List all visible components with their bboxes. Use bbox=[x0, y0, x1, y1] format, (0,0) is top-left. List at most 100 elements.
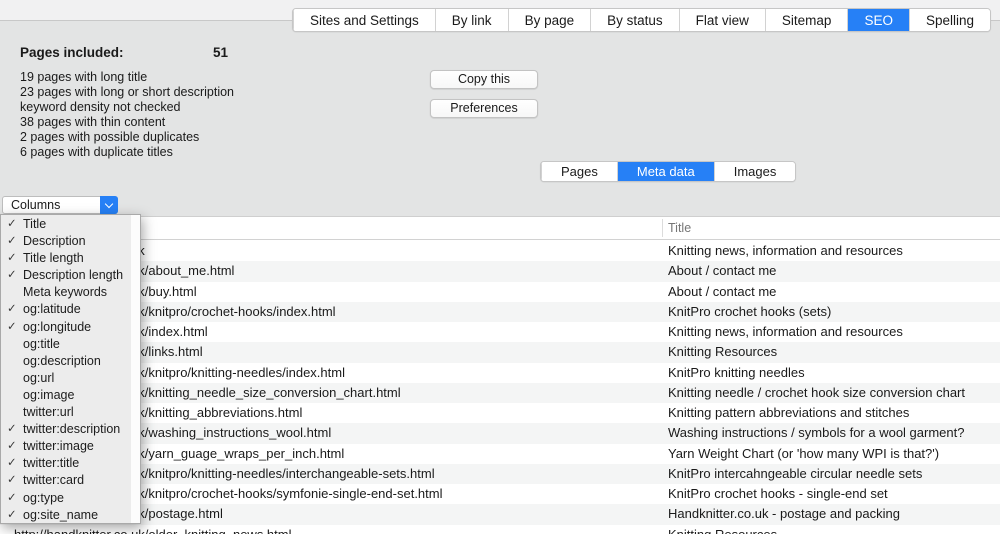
table-row[interactable]: http://handknitter.co.uk/links.html Knit… bbox=[0, 342, 1000, 362]
menu-item-label: twitter:url bbox=[23, 405, 74, 419]
checkmark-icon: ✓ bbox=[7, 233, 21, 250]
summary-line: 2 pages with possible duplicates bbox=[20, 130, 420, 145]
table-row[interactable]: http://handknitter.co.uk/knitting_abbrev… bbox=[0, 403, 1000, 423]
app-window: Sites and Settings By link By page By st… bbox=[0, 0, 1000, 534]
view-tab-item[interactable]: Pages bbox=[541, 162, 617, 181]
table-row[interactable]: http://handknitter.co.uk/knitpro/crochet… bbox=[0, 484, 1000, 504]
menu-item-label: Description length bbox=[23, 268, 123, 282]
title-cell[interactable]: Knitting Resources bbox=[662, 342, 1000, 362]
url-cell[interactable]: http://handknitter.co.uk/older_knitting_… bbox=[0, 525, 662, 534]
title-cell[interactable]: KnitPro intercahngeable circular needle … bbox=[662, 464, 1000, 484]
menu-item[interactable]: ✓ twitter:title bbox=[1, 455, 131, 472]
checkmark-icon: ✓ bbox=[7, 438, 21, 455]
menu-item[interactable]: ✓ og:longitude bbox=[1, 319, 131, 336]
menu-item[interactable]: ✓ Description length bbox=[1, 267, 131, 284]
copy-this-button[interactable]: Copy this bbox=[430, 70, 538, 89]
table-row[interactable]: http://handknitter.co.uk Knitting news, … bbox=[0, 241, 1000, 261]
menu-item-label: og:image bbox=[23, 388, 74, 402]
menu-item[interactable]: ✓ og:site_name bbox=[1, 507, 131, 524]
menu-item[interactable]: ✓ Title bbox=[1, 216, 131, 233]
menu-item[interactable]: ✓ twitter:image bbox=[1, 438, 131, 455]
columns-menu-items: ✓ Title ✓ Description ✓ Title length ✓ D… bbox=[1, 216, 131, 523]
checkmark-icon: ✓ bbox=[7, 216, 21, 233]
title-cell[interactable]: Knitting Resources bbox=[662, 525, 1000, 534]
summary-lines: 19 pages with long title 23 pages with l… bbox=[20, 70, 420, 160]
table-row[interactable]: http://handknitter.co.uk/knitpro/knittin… bbox=[0, 464, 1000, 484]
preferences-button[interactable]: Preferences bbox=[430, 99, 538, 118]
checkmark-icon: ✓ bbox=[7, 319, 21, 336]
checkmark-icon: ✓ bbox=[7, 455, 21, 472]
table-row[interactable]: http://handknitter.co.uk/buy.html About … bbox=[0, 282, 1000, 302]
menu-item-label: Title length bbox=[23, 251, 84, 265]
columns-menu: ✓ Title ✓ Description ✓ Title length ✓ D… bbox=[0, 214, 141, 524]
menu-item[interactable]: ✓ og:latitude bbox=[1, 301, 131, 318]
menu-item-label: Description bbox=[23, 234, 86, 248]
column-separator[interactable] bbox=[662, 219, 663, 237]
title-cell[interactable]: Knitting needle / crochet hook size conv… bbox=[662, 383, 1000, 403]
menu-item[interactable]: ✓ Title length bbox=[1, 250, 131, 267]
top-tab-item[interactable]: Sitemap bbox=[765, 9, 848, 31]
summary-line: 19 pages with long title bbox=[20, 70, 420, 85]
menu-item[interactable]: ✓ og:title bbox=[1, 336, 131, 353]
title-cell[interactable]: About / contact me bbox=[662, 282, 1000, 302]
top-tab-item[interactable]: SEO bbox=[847, 9, 909, 31]
title-cell[interactable]: About / contact me bbox=[662, 261, 1000, 281]
table-row[interactable]: http://handknitter.co.uk/about_me.html A… bbox=[0, 261, 1000, 281]
popup-button-cap bbox=[100, 196, 118, 214]
title-cell[interactable]: Knitting news, information and resources bbox=[662, 241, 1000, 261]
title-cell[interactable]: KnitPro crochet hooks - single-end set bbox=[662, 484, 1000, 504]
columns-dropdown-button[interactable]: Columns bbox=[2, 196, 118, 214]
meta-data-table: Title http://handknitter.co.uk Knitting … bbox=[0, 216, 1000, 534]
title-cell[interactable]: KnitPro crochet hooks (sets) bbox=[662, 302, 1000, 322]
table-row[interactable]: http://handknitter.co.uk/yarn_guage_wrap… bbox=[0, 444, 1000, 464]
table-row[interactable]: http://handknitter.co.uk/index.html Knit… bbox=[0, 322, 1000, 342]
view-tab-item[interactable]: Images bbox=[714, 162, 796, 181]
table-row[interactable]: http://handknitter.co.uk/knitting_needle… bbox=[0, 383, 1000, 403]
view-tab-item[interactable]: Meta data bbox=[617, 162, 714, 181]
view-tab-bar: Pages Meta data Images bbox=[540, 161, 796, 182]
pages-included-label: Pages included: bbox=[20, 45, 124, 60]
column-header-title[interactable]: Title bbox=[668, 217, 691, 240]
menu-item-label: twitter:card bbox=[23, 473, 84, 487]
checkmark-icon: ✓ bbox=[7, 507, 21, 524]
menu-item-label: twitter:title bbox=[23, 456, 79, 470]
table-row[interactable]: http://handknitter.co.uk/older_knitting_… bbox=[0, 525, 1000, 534]
title-cell[interactable]: Yarn Weight Chart (or 'how many WPI is t… bbox=[662, 444, 1000, 464]
top-tab-item[interactable]: By status bbox=[590, 9, 679, 31]
title-cell[interactable]: Washing instructions / symbols for a woo… bbox=[662, 423, 1000, 443]
checkmark-icon: ✓ bbox=[7, 301, 21, 318]
table-row[interactable]: http://handknitter.co.uk/knitpro/knittin… bbox=[0, 363, 1000, 383]
title-cell[interactable]: Knitting news, information and resources bbox=[662, 322, 1000, 342]
title-cell[interactable]: Knitting pattern abbreviations and stitc… bbox=[662, 403, 1000, 423]
menu-item[interactable]: ✓ Description bbox=[1, 233, 131, 250]
menu-item-label: og:url bbox=[23, 371, 54, 385]
menu-item[interactable]: ✓ og:type bbox=[1, 490, 131, 507]
table-row[interactable]: http://handknitter.co.uk/knitpro/crochet… bbox=[0, 302, 1000, 322]
title-cell[interactable]: Handknitter.co.uk - postage and packing bbox=[662, 504, 1000, 524]
top-tab-item[interactable]: Spelling bbox=[909, 9, 990, 31]
menu-item-label: og:site_name bbox=[23, 508, 98, 522]
title-cell[interactable]: KnitPro knitting needles bbox=[662, 363, 1000, 383]
top-tab-item[interactable]: By page bbox=[508, 9, 591, 31]
top-tab-item[interactable]: By link bbox=[435, 9, 508, 31]
table-header: Title bbox=[0, 217, 1000, 240]
top-tab-item[interactable]: Flat view bbox=[679, 9, 765, 31]
menu-item-label: Meta keywords bbox=[23, 285, 107, 299]
table-row[interactable]: http://handknitter.co.uk/washing_instruc… bbox=[0, 423, 1000, 443]
chevron-down-icon bbox=[104, 199, 112, 207]
menu-item[interactable]: ✓ twitter:card bbox=[1, 472, 131, 489]
summary-line: keyword density not checked bbox=[20, 100, 420, 115]
menu-scrollbar[interactable] bbox=[131, 215, 140, 523]
menu-item[interactable]: ✓ og:url bbox=[1, 370, 131, 387]
table-row[interactable]: http://handknitter.co.uk/postage.html Ha… bbox=[0, 504, 1000, 524]
summary-line: 6 pages with duplicate titles bbox=[20, 145, 420, 160]
menu-item[interactable]: ✓ twitter:url bbox=[1, 404, 131, 421]
menu-item[interactable]: ✓ og:description bbox=[1, 353, 131, 370]
menu-item[interactable]: ✓ twitter:description bbox=[1, 421, 131, 438]
menu-item[interactable]: ✓ og:image bbox=[1, 387, 131, 404]
checkmark-icon: ✓ bbox=[7, 490, 21, 507]
summary-panel: Pages included: 51 19 pages with long ti… bbox=[20, 45, 420, 160]
top-tab-item[interactable]: Sites and Settings bbox=[293, 9, 435, 31]
menu-item[interactable]: ✓ Meta keywords bbox=[1, 284, 131, 301]
checkmark-icon: ✓ bbox=[7, 472, 21, 489]
